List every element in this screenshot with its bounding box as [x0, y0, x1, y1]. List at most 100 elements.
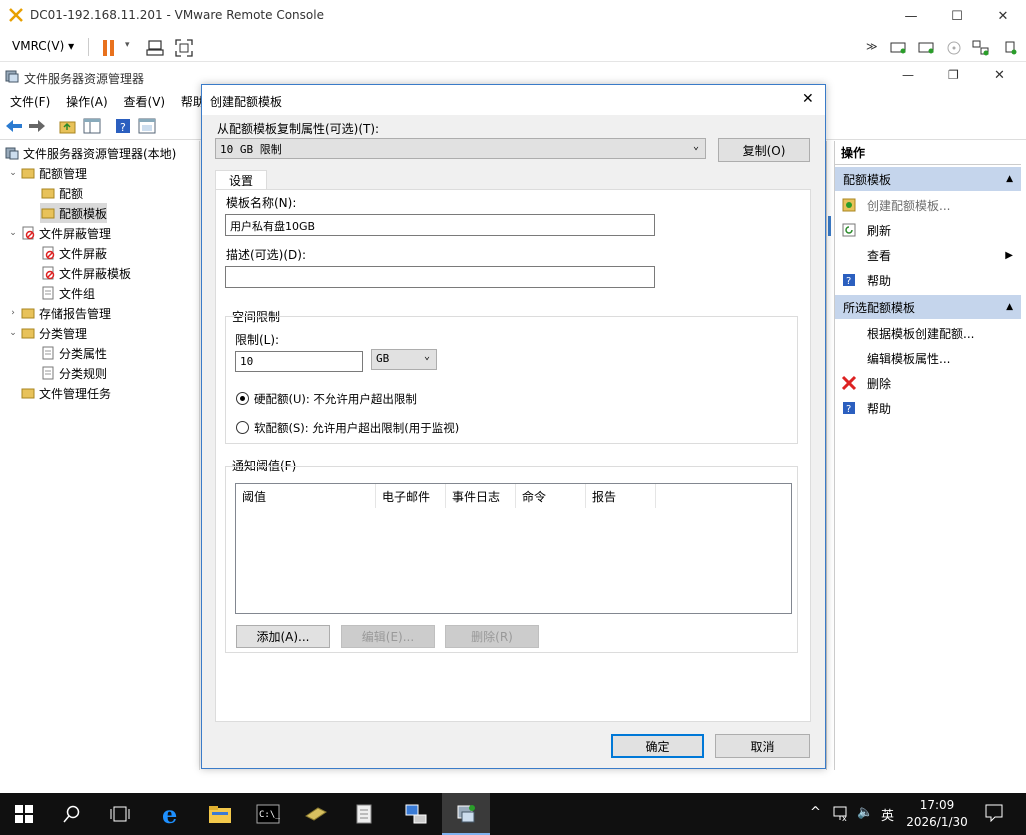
pause-icon[interactable] — [102, 40, 116, 56]
threshold-column-header[interactable]: 命令 — [516, 484, 586, 508]
template-name-input[interactable]: 用户私有盘10GB — [225, 214, 655, 236]
menu-file[interactable]: 文件(F) — [4, 90, 56, 113]
clock[interactable]: 17:09 2026/1/30 — [905, 797, 969, 831]
show-hide-tree-icon[interactable] — [82, 116, 102, 136]
close-button[interactable]: ✕ — [980, 0, 1026, 32]
ime-indicator[interactable]: 英 — [881, 805, 894, 824]
delete-button[interactable]: 删除(R) — [445, 625, 539, 648]
dialog-close-icon[interactable]: ✕ — [802, 91, 814, 107]
task-view-icon[interactable] — [96, 793, 144, 835]
threshold-column-header[interactable]: 电子邮件 — [376, 484, 446, 508]
action-pane-icon[interactable] — [137, 116, 157, 136]
action-item[interactable]: 删除 — [835, 371, 1021, 395]
pause-dropdown-icon[interactable]: ▾ — [125, 40, 130, 50]
cdrom-icon[interactable] — [946, 40, 962, 56]
back-icon[interactable] — [4, 116, 24, 136]
hdd-icon[interactable] — [890, 40, 908, 54]
send-ctrl-alt-del-icon[interactable] — [146, 40, 164, 56]
maximize-button[interactable]: ☐ — [934, 0, 980, 32]
volume-icon[interactable]: 🔈 — [857, 805, 873, 820]
expand-down-icon[interactable]: ⌄ — [6, 168, 20, 178]
menu-action[interactable]: 操作(A) — [60, 90, 114, 113]
file-task-icon — [20, 385, 36, 401]
tree-item[interactable]: 配额模板 — [40, 203, 108, 223]
fsrm-taskbar-icon[interactable] — [442, 793, 490, 835]
chevron-up-icon[interactable]: ^ — [810, 805, 821, 820]
tree-item[interactable]: 配额 — [40, 183, 83, 203]
tree-item[interactable]: 分类属性 — [40, 343, 107, 363]
add-button[interactable]: 添加(A)... — [236, 625, 330, 648]
edit-button[interactable]: 编辑(E)... — [341, 625, 435, 648]
class-rule-icon — [40, 365, 56, 381]
action-item[interactable]: 根据模板创建配额... — [835, 321, 1021, 345]
threshold-list[interactable]: 阈值 电子邮件 事件日志 命令 报告 — [235, 483, 792, 614]
more-icon[interactable]: ≫ — [866, 40, 878, 53]
hdd2-icon[interactable] — [918, 40, 936, 54]
expand-down-icon[interactable]: ⌄ — [6, 328, 20, 338]
tree-item-label: 分类规则 — [59, 366, 108, 381]
tree-item[interactable]: ⌄ 文件屏蔽管理 — [6, 223, 111, 243]
file-explorer-icon[interactable] — [196, 793, 244, 835]
vmrc-menu-button[interactable]: VMRC(V) ▾ — [12, 39, 74, 53]
tree-item[interactable]: › 存储报告管理 — [6, 303, 111, 323]
tree-item[interactable]: 分类规则 — [40, 363, 107, 383]
usb-icon[interactable] — [1002, 40, 1018, 56]
expand-down-icon[interactable]: ⌄ — [6, 228, 20, 238]
mmc-restore-button[interactable]: ❐ — [948, 68, 959, 82]
create-template-icon — [841, 197, 857, 213]
copy-button[interactable]: 复制(O) — [718, 138, 810, 162]
internet-explorer-icon[interactable]: e — [148, 793, 196, 835]
action-item[interactable]: 创建配额模板... — [835, 193, 1021, 217]
mmc-minimize-button[interactable]: — — [902, 68, 914, 82]
tree-item[interactable]: 文件组 — [40, 283, 95, 303]
up-folder-icon[interactable] — [58, 116, 78, 136]
network-icon[interactable] — [972, 40, 990, 56]
start-button[interactable] — [0, 793, 48, 835]
network-manager-icon[interactable] — [392, 793, 440, 835]
dialog-title: 创建配额模板 — [210, 95, 283, 109]
threshold-column-header[interactable]: 报告 — [586, 484, 656, 508]
actions-section-quota-template[interactable]: 配额模板 ▲ — [835, 167, 1021, 191]
tree-item[interactable]: ⌄ 分类管理 — [6, 323, 87, 343]
notepad-icon[interactable] — [340, 793, 388, 835]
action-item[interactable]: 编辑模板属性... — [835, 346, 1021, 370]
fullscreen-icon[interactable] — [175, 39, 193, 57]
limit-input[interactable]: 10 — [235, 351, 363, 372]
ok-button[interactable]: 确定 — [611, 734, 704, 758]
description-input[interactable] — [225, 266, 655, 288]
tree-item[interactable]: 文件屏蔽模板 — [40, 263, 131, 283]
network-tray-icon[interactable]: x — [833, 806, 849, 825]
threshold-column-header[interactable]: 事件日志 — [446, 484, 516, 508]
command-prompt-icon[interactable]: C:\_ — [244, 793, 292, 835]
mmc-window-title: 文件服务器资源管理器 — [24, 72, 145, 86]
action-item[interactable]: 查看 ▶ — [835, 243, 1021, 267]
action-item[interactable]: ? 帮助 — [835, 268, 1021, 292]
soft-quota-radio[interactable] — [236, 421, 249, 434]
forward-icon[interactable] — [27, 116, 47, 136]
tree-item[interactable]: 文件管理任务 — [6, 383, 111, 403]
action-item[interactable]: ? 帮助 — [835, 396, 1021, 420]
hard-quota-radio[interactable] — [236, 392, 249, 405]
tree-item[interactable]: ⌄ 配额管理 — [6, 163, 87, 183]
menu-view[interactable]: 查看(V) — [118, 90, 172, 113]
cancel-button[interactable]: 取消 — [715, 734, 810, 758]
server-icon — [4, 145, 20, 161]
action-item[interactable]: 刷新 — [835, 218, 1021, 242]
help-toolbar-icon[interactable]: ? — [113, 116, 133, 136]
copy-from-combo[interactable]: 10 GB 限制 ⌄ — [215, 138, 706, 159]
unit-combo[interactable]: GB ⌄ — [371, 349, 437, 370]
vmrc-window-title: DC01-192.168.11.201 - VMware Remote Cons… — [30, 8, 324, 22]
tab-settings[interactable]: 设置 — [215, 170, 267, 190]
tree-item[interactable]: 文件屏蔽 — [40, 243, 107, 263]
tree-item[interactable]: 文件服务器资源管理器(本地) — [4, 143, 176, 163]
class-property-icon — [40, 345, 56, 361]
minimize-button[interactable]: — — [888, 0, 934, 32]
server-manager-icon[interactable] — [292, 793, 340, 835]
actions-section-selected-template[interactable]: 所选配额模板 ▲ — [835, 295, 1021, 319]
notifications-icon[interactable] — [985, 804, 1003, 825]
threshold-column-header[interactable]: 阈值 — [236, 484, 376, 508]
description-label: 描述(可选)(D): — [226, 248, 307, 262]
expand-right-icon[interactable]: › — [6, 308, 20, 318]
mmc-close-button[interactable]: ✕ — [994, 68, 1005, 83]
search-icon[interactable] — [48, 793, 96, 835]
